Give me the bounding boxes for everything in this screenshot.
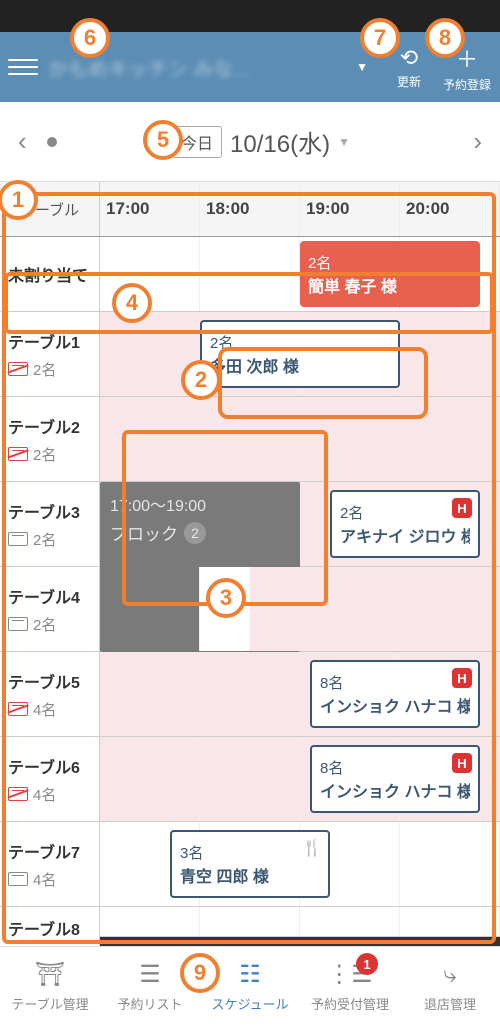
booking-table7[interactable]: 3名 青空 四郎 様 🍴 [170,830,330,898]
row-title: 未割り当て [8,262,91,286]
list-icon: ☰ [139,961,161,989]
table-row: テーブル2 2名 [0,397,500,482]
refresh-icon: ⟲ [400,45,418,71]
callout-5: 5 [143,120,183,160]
seat-icon [8,362,28,376]
booking-table3[interactable]: 2名 アキナイ ジロウ 様 H [330,490,480,558]
seat-icon [8,447,28,461]
menu-button[interactable] [8,52,38,82]
table-icon: ⛩ [35,961,65,989]
seat-icon [8,702,28,716]
callout-7: 7 [360,18,400,58]
next-day-button[interactable]: › [465,118,490,165]
time-header: 17:00 [100,182,200,236]
callout-6: 6 [70,18,110,58]
bottom-navigation: ⛩ テーブル管理 ☰ 予約リスト ☷ スケジュール ⋮☰ 予約受付管理 1 ⤷ … [0,946,500,1026]
row-title: テーブル3 [8,499,91,523]
chevron-down-icon: ▼ [356,60,368,74]
table-row: テーブル7 4名 3名 青空 四郎 様 🍴 [0,822,500,907]
table-row: テーブル4 2名 [0,567,500,652]
row-title: テーブル1 [8,329,91,353]
row-title: テーブル8 [8,916,91,940]
seat-icon [8,872,28,886]
schedule-grid: テーブル 17:00 18:00 19:00 20:00 未割り当て 2名 簡単… [0,182,500,937]
h-badge-icon: H [452,498,472,518]
seat-icon [8,617,28,631]
time-header: 18:00 [200,182,300,236]
date-display[interactable]: 10/16(水) [230,124,330,159]
seat-icon [8,787,28,801]
date-navigation: ‹ 今日 10/16(水) ▼ › [0,102,500,182]
table-row: テーブル3 2名 2名 アキナイ ジロウ 様 H 17:00～19:00 ブロッ… [0,482,500,567]
schedule-icon: ☷ [239,961,261,989]
cutlery-icon: 🍴 [302,838,322,858]
nav-table-management[interactable]: ⛩ テーブル管理 [0,947,100,1026]
h-badge-icon: H [452,753,472,773]
table-row: テーブル5 4名 8名 インショク ハナコ 様 H [0,652,500,737]
row-title: テーブル6 [8,754,91,778]
callout-2: 2 [181,360,221,400]
callout-3: 3 [206,578,246,618]
block-count: 2 [184,522,206,544]
chevron-down-icon: ▼ [338,135,350,149]
time-header: 20:00 [400,182,500,236]
row-title: テーブル2 [8,414,91,438]
booking-table1[interactable]: 2名 多田 次郎 様 [200,320,400,388]
callout-4: 4 [112,283,152,323]
callout-9: 9 [180,953,220,993]
time-header: 19:00 [300,182,400,236]
seat-icon [8,532,28,546]
table-row: テーブル8 [0,907,500,937]
nav-checkout-management[interactable]: ⤷ 退店管理 [400,947,500,1026]
prev-day-button[interactable]: ‹ [10,118,35,165]
notification-badge: 1 [356,953,378,975]
booking-table5[interactable]: 8名 インショク ハナコ 様 H [310,660,480,728]
nav-dot[interactable] [47,137,57,147]
booking-unassigned[interactable]: 2名 簡単 春子 様 [300,241,480,307]
table-row: テーブル6 4名 8名 インショク ハナコ 様 H [0,737,500,822]
booking-table6[interactable]: 8名 インショク ハナコ 様 H [310,745,480,813]
callout-8: 8 [425,18,465,58]
h-badge-icon: H [452,668,472,688]
unassigned-row: 未割り当て 2名 簡単 春子 様 [0,237,500,312]
row-title: テーブル5 [8,669,91,693]
exit-icon: ⤷ [443,961,456,989]
row-title: テーブル4 [8,584,91,608]
table-row: テーブル1 2名 2名 多田 次郎 様 [0,312,500,397]
nav-reception-management[interactable]: ⋮☰ 予約受付管理 1 [300,947,400,1026]
row-title: テーブル7 [8,839,91,863]
